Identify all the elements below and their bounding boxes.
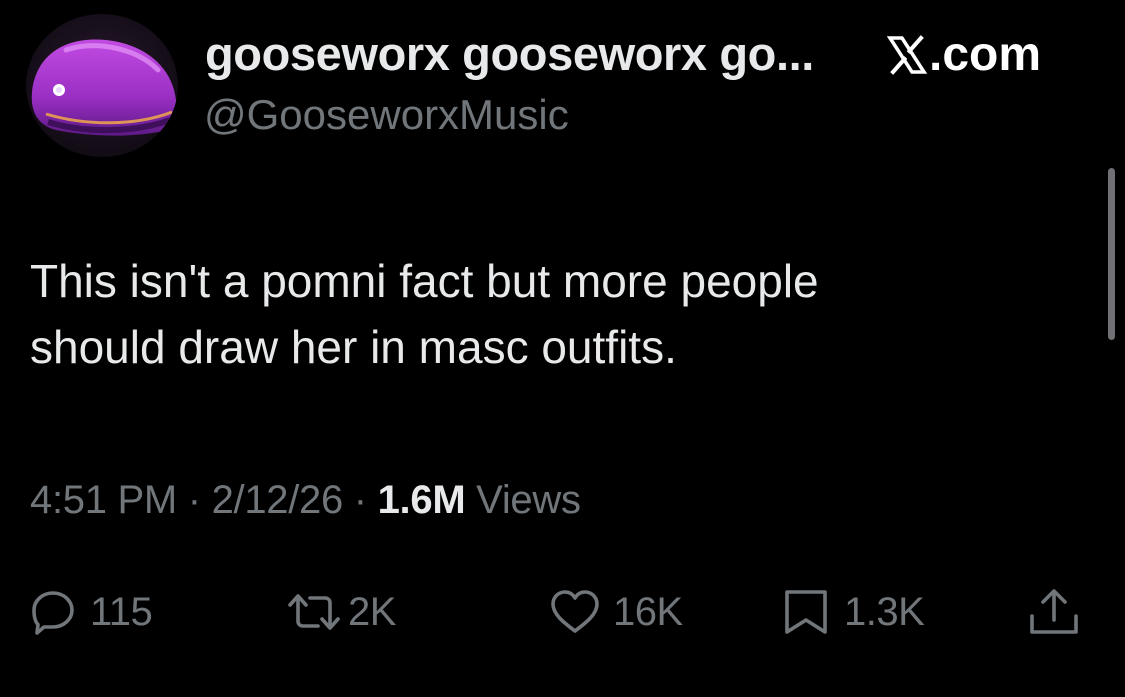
tweet-text-line: should draw her in masc outfits. [30, 321, 677, 373]
like-button[interactable]: 16K [549, 585, 683, 639]
reply-icon [32, 591, 74, 635]
repost-icon [288, 594, 340, 630]
author-display-name[interactable]: gooseworx gooseworx go... [205, 30, 814, 77]
views-label[interactable]: Views [476, 478, 581, 522]
bookmark-count: 1.3K [844, 590, 925, 634]
repost-button[interactable]: 2K [286, 585, 396, 639]
repost-count: 2K [348, 590, 396, 634]
avatar[interactable] [26, 14, 178, 157]
bookmark-icon [785, 590, 827, 634]
like-count: 16K [613, 590, 683, 634]
share-button[interactable] [1026, 585, 1082, 639]
heart-icon [551, 590, 599, 633]
reply-button[interactable]: 115 [28, 585, 153, 639]
tweet-date[interactable]: 2/12/26 [212, 478, 344, 522]
brand-link[interactable]: .com [887, 30, 1041, 80]
action-bar: 115 2K 16K 1.3K [0, 585, 1125, 639]
author-handle[interactable]: @GooseworxMusic [204, 94, 569, 136]
separator: · [187, 478, 201, 522]
tweet-meta: 4:51 PM · 2/12/26 · 1.6M Views [30, 480, 581, 520]
separator: · [353, 478, 367, 522]
tweet-text: This isn't a pomni fact but more people … [30, 248, 1070, 380]
share-icon [1030, 589, 1078, 634]
tweet-text-line: This isn't a pomni fact but more people [30, 255, 819, 307]
brand-domain: .com [929, 28, 1042, 81]
reply-count: 115 [90, 590, 153, 634]
tweet-time[interactable]: 4:51 PM [30, 478, 177, 522]
bookmark-button[interactable]: 1.3K [780, 585, 925, 639]
views-count[interactable]: 1.6M [378, 478, 466, 522]
scrollbar[interactable] [1108, 168, 1115, 340]
x-logo-icon [887, 35, 927, 75]
purple-creature-avatar-icon [26, 14, 178, 157]
